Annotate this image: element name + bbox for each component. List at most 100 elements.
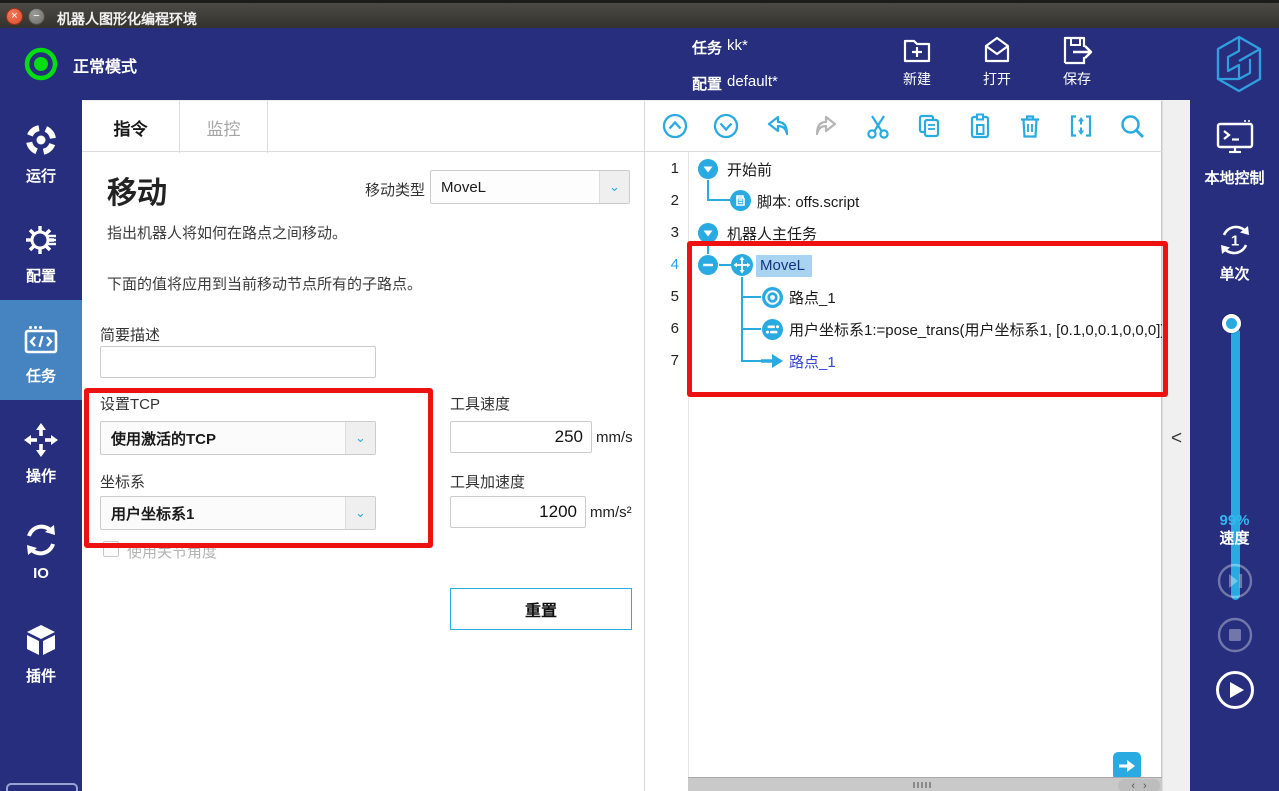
move-type-label: 移动类型 [365,179,425,200]
single-run-label: 单次 [1190,263,1279,284]
save-task-button[interactable]: 保存 [1045,33,1109,89]
move-up-button[interactable] [659,110,691,142]
step-forward-button[interactable] [1217,563,1253,599]
local-control-icon[interactable] [1214,118,1256,156]
move-down-button[interactable] [710,110,742,142]
joint-angle-checkbox[interactable] [103,541,119,557]
save-icon [1059,33,1095,67]
app-header: 正常模式 任务 kk* 配置 default* 新建 打开 保存 [0,28,1279,100]
joint-angle-label: 使用关节角度 [127,541,217,562]
run-icon [23,122,59,158]
speed-slider-handle[interactable] [1222,314,1241,333]
description-line1: 指出机器人将如何在路点之间移动。 [107,222,347,243]
expand-collapse-button[interactable] [1065,110,1097,142]
speed-label: 速度 [1190,530,1279,548]
local-control-label: 本地控制 [1190,167,1279,188]
reset-button[interactable]: 重置 [450,588,632,630]
sidebar-item-io[interactable]: IO [0,500,82,600]
bottom-left-partial-button[interactable] [6,783,78,791]
program-tree-panel: 1 开始前 2 脚本: offs.script 3 机器人主任务 4 [645,100,1162,791]
frame-label: 坐标系 [100,471,145,492]
new-task-button[interactable]: 新建 [885,33,949,89]
undo-button[interactable] [761,110,793,142]
scrollbar-grip [913,782,931,788]
speed-slider-track[interactable] [1231,328,1240,600]
paste-button[interactable] [964,110,996,142]
tree-row[interactable]: 3 机器人主任务 [645,217,1162,249]
collapse-left-icon: < [1171,428,1182,450]
delete-button[interactable] [1014,110,1046,142]
config-value: default* [727,73,778,90]
tree-toolbar [645,100,1162,152]
page-title: 移动 [107,168,167,212]
status-normal-mode-icon [22,45,60,83]
sidebar-item-config[interactable]: 配置 [0,200,82,300]
sidebar-item-operate[interactable]: 操作 [0,400,82,500]
window-close-button[interactable]: × [6,8,23,25]
window-title: 机器人图形化编程环境 [57,9,197,29]
code-task-icon [22,322,60,358]
jog-arrows-icon [23,422,59,458]
speed-readout: 99% 速度 [1190,512,1279,548]
tool-acc-label: 工具加速度 [450,471,525,492]
description-line2: 下面的值将应用到当前移动节点所有的子路点。 [107,273,422,294]
tree-row[interactable]: 1 开始前 [645,153,1162,185]
tab-instruction[interactable]: 指令 [82,101,180,153]
tab-monitor[interactable]: 监控 [180,101,268,153]
expanded-node-icon[interactable] [697,158,719,180]
move-node-icon [730,253,754,277]
tool-speed-input[interactable] [450,421,592,453]
tree-row[interactable]: 5 路点_1 [645,281,1162,313]
window-minimize-button[interactable]: − [28,8,45,25]
script-node-icon [729,189,752,212]
brief-desc-input[interactable] [100,346,376,378]
tool-acc-input[interactable] [450,496,586,528]
set-tcp-label: 设置TCP [100,393,160,414]
tree-row[interactable]: 6 用户坐标系1:=pose_trans(用户坐标系1, [0.1,0,0.1,… [645,313,1162,345]
brief-desc-label: 简要描述 [100,324,160,345]
single-run-icon[interactable]: 1 [1215,220,1255,260]
expanded-node-icon[interactable] [697,222,719,244]
svg-text:1: 1 [1230,233,1238,250]
tool-speed-label: 工具速度 [450,393,510,414]
play-button[interactable] [1215,670,1255,710]
waypoint-node-icon [761,286,784,309]
tree-row[interactable]: 2 脚本: offs.script [645,185,1162,217]
jump-arrow-icon [759,352,785,370]
tool-acc-unit: mm/s² [590,504,632,521]
cut-button[interactable] [862,110,894,142]
left-sidebar: 运行 配置 任务 [0,100,82,791]
stop-button[interactable] [1217,617,1253,653]
right-control-sidebar: 本地控制 1 单次 99% 速度 [1190,100,1279,791]
collapse-minus-icon[interactable] [697,254,719,276]
plugin-cube-icon [23,622,59,658]
tool-speed-unit: mm/s [596,429,633,446]
gear-icon [23,222,59,258]
sidebar-item-task[interactable]: 任务 [0,300,82,400]
chevron-down-icon: ⌄ [599,171,629,203]
io-swap-icon [23,522,59,558]
open-task-button[interactable]: 打开 [965,33,1029,89]
right-arrow-icon [1118,759,1136,773]
step-next-button[interactable] [1113,752,1141,780]
move-type-select[interactable]: MoveL ⌄ [430,170,630,204]
tree-row-selected[interactable]: 4 MoveL [645,249,1162,281]
speed-percent: 99% [1190,512,1279,530]
sidebar-item-plugin[interactable]: 插件 [0,600,82,700]
task-label: 任务 [692,37,722,58]
redo-button[interactable] [811,110,843,142]
brand-logo-icon [1214,33,1264,95]
tree-row[interactable]: 7 路点_1 [645,345,1162,377]
frame-select[interactable]: 用户坐标系1 ⌄ [100,496,376,530]
horizontal-scrollbar[interactable]: ‹› [688,777,1162,791]
panel-collapse-strip[interactable]: < [1162,100,1190,791]
copy-button[interactable] [913,110,945,142]
mode-status-label: 正常模式 [73,53,137,77]
tcp-select[interactable]: 使用激活的TCP ⌄ [100,421,376,455]
chevron-down-icon: ⌄ [345,497,375,529]
sidebar-item-run[interactable]: 运行 [0,100,82,200]
search-button[interactable] [1116,110,1148,142]
chevron-down-icon: ⌄ [345,422,375,454]
instruction-tabbar: 指令 监控 [82,100,645,152]
scrollbar-arrows[interactable]: ‹› [1118,779,1160,791]
